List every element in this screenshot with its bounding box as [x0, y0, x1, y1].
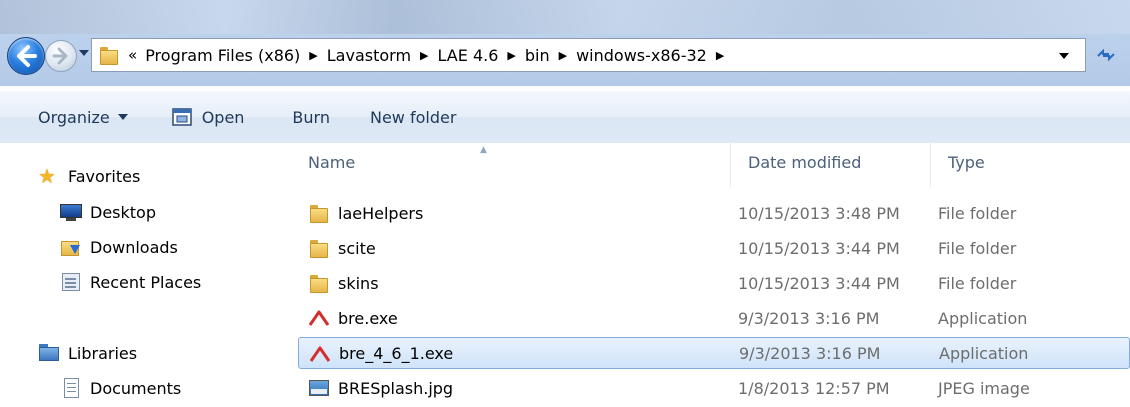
back-arrow-icon	[17, 45, 37, 67]
burn-label: Burn	[292, 107, 330, 127]
organize-label: Organize	[38, 107, 110, 127]
file-name: BRESplash.jpg	[338, 378, 454, 398]
file-date-modified: 9/3/2013 3:16 PM	[739, 343, 881, 363]
column-divider[interactable]	[730, 143, 731, 187]
new-folder-button[interactable]: New folder	[360, 100, 466, 134]
nav-documents-label: Documents	[90, 378, 182, 398]
desktop-icon	[60, 201, 82, 223]
organize-button[interactable]: Organize	[28, 100, 138, 134]
nav-libraries-label: Libraries	[68, 343, 138, 363]
refresh-icon	[1097, 48, 1115, 62]
open-window-icon	[171, 108, 192, 126]
file-list: ▲ Name Date modified Type laeHelpers 10/…	[290, 143, 1130, 407]
breadcrumb-separator-icon[interactable]: ▶	[420, 49, 428, 62]
file-date-modified: 10/15/2013 3:44 PM	[738, 238, 900, 258]
file-name: scite	[338, 238, 376, 258]
file-name: bre_4_6_1.exe	[339, 343, 454, 363]
column-header-type[interactable]: Type	[948, 153, 985, 172]
nav-desktop[interactable]: Desktop	[60, 201, 156, 223]
file-date-modified: 1/8/2013 12:57 PM	[738, 378, 890, 398]
breadcrumb-lavastorm[interactable]: Lavastorm	[327, 46, 411, 65]
command-bar: Organize Open Burn New folder	[0, 90, 1130, 144]
refresh-button[interactable]	[1089, 38, 1123, 72]
column-header-row: ▲ Name Date modified Type	[290, 143, 1130, 187]
nav-desktop-label: Desktop	[90, 202, 156, 222]
documents-icon	[60, 377, 82, 399]
column-header-name[interactable]: Name	[308, 153, 355, 172]
nav-favorites-label: Favorites	[68, 166, 141, 186]
burn-button[interactable]: Burn	[282, 100, 340, 134]
breadcrumb-separator-icon[interactable]: ▶	[716, 49, 724, 62]
folder-icon	[98, 44, 120, 66]
address-dropdown-icon[interactable]	[1059, 53, 1069, 59]
chevron-down-icon	[117, 114, 128, 120]
breadcrumb-separator-icon[interactable]: ▶	[559, 49, 567, 62]
file-row-scite[interactable]: scite 10/15/2013 3:44 PM File folder	[298, 232, 1130, 264]
folder-icon	[308, 202, 330, 224]
open-label: Open	[201, 107, 245, 127]
application-icon	[309, 343, 331, 365]
file-row-bresplash-jpg[interactable]: BRESplash.jpg 1/8/2013 12:57 PM JPEG ima…	[298, 372, 1130, 404]
libraries-icon	[38, 342, 60, 364]
file-row-bre-exe[interactable]: bre.exe 9/3/2013 3:16 PM Application	[298, 302, 1130, 334]
open-button[interactable]: Open	[162, 100, 255, 134]
breadcrumb-program-files[interactable]: Program Files (x86)	[145, 46, 300, 65]
nav-downloads-label: Downloads	[90, 237, 178, 257]
back-button[interactable]	[7, 37, 45, 75]
navigation-pane: ★ Favorites Desktop Downloads Recent Pla…	[0, 143, 290, 407]
file-date-modified: 10/15/2013 3:44 PM	[738, 273, 900, 293]
breadcrumb-lae[interactable]: LAE 4.6	[438, 46, 499, 65]
nav-recent-places[interactable]: Recent Places	[60, 271, 201, 293]
file-date-modified: 10/15/2013 3:48 PM	[738, 203, 900, 223]
nav-documents[interactable]: Documents	[60, 377, 181, 399]
file-row-skins[interactable]: skins 10/15/2013 3:44 PM File folder	[298, 267, 1130, 299]
star-icon: ★	[38, 164, 56, 188]
folder-icon	[308, 237, 330, 259]
recent-places-icon	[60, 271, 82, 293]
file-type: Application	[939, 343, 1029, 363]
overflow-chevron[interactable]: «	[128, 46, 137, 64]
file-row-laehelpers[interactable]: laeHelpers 10/15/2013 3:48 PM File folde…	[298, 197, 1130, 229]
address-bar[interactable]: « Program Files (x86) ▶ Lavastorm ▶ LAE …	[91, 38, 1086, 72]
breadcrumb-separator-icon[interactable]: ▶	[507, 49, 515, 62]
breadcrumb-bin[interactable]: bin	[525, 46, 550, 65]
downloads-icon	[60, 236, 82, 258]
file-name: skins	[338, 273, 379, 293]
file-type: JPEG image	[938, 378, 1030, 398]
nav-recent-places-label: Recent Places	[90, 272, 202, 292]
jpeg-image-icon	[308, 377, 330, 399]
new-folder-label: New folder	[369, 107, 457, 127]
column-header-date-modified[interactable]: Date modified	[748, 153, 861, 172]
breadcrumb: « Program Files (x86) ▶ Lavastorm ▶ LAE …	[128, 46, 733, 65]
column-divider[interactable]	[930, 143, 931, 187]
file-type: File folder	[938, 273, 1017, 293]
file-type: File folder	[938, 203, 1017, 223]
sort-ascending-icon: ▲	[480, 145, 487, 155]
nav-libraries[interactable]: Libraries	[38, 342, 137, 364]
forward-button[interactable]	[45, 40, 77, 72]
file-name: laeHelpers	[338, 203, 424, 223]
folder-icon	[308, 272, 330, 294]
file-type: Application	[938, 308, 1028, 328]
file-date-modified: 9/3/2013 3:16 PM	[738, 308, 880, 328]
title-background	[0, 0, 1130, 34]
nav-favorites[interactable]: ★ Favorites	[38, 165, 140, 187]
recent-pages-dropdown[interactable]	[79, 50, 89, 56]
breadcrumb-separator-icon[interactable]: ▶	[309, 49, 317, 62]
nav-downloads[interactable]: Downloads	[60, 236, 178, 258]
application-icon	[308, 307, 330, 329]
file-type: File folder	[938, 238, 1017, 258]
file-name: bre.exe	[338, 308, 398, 328]
forward-arrow-icon	[52, 47, 68, 65]
file-row-bre-4-6-1-exe[interactable]: bre_4_6_1.exe 9/3/2013 3:16 PM Applicati…	[298, 337, 1130, 369]
breadcrumb-windows-x86-32[interactable]: windows-x86-32	[576, 46, 707, 65]
